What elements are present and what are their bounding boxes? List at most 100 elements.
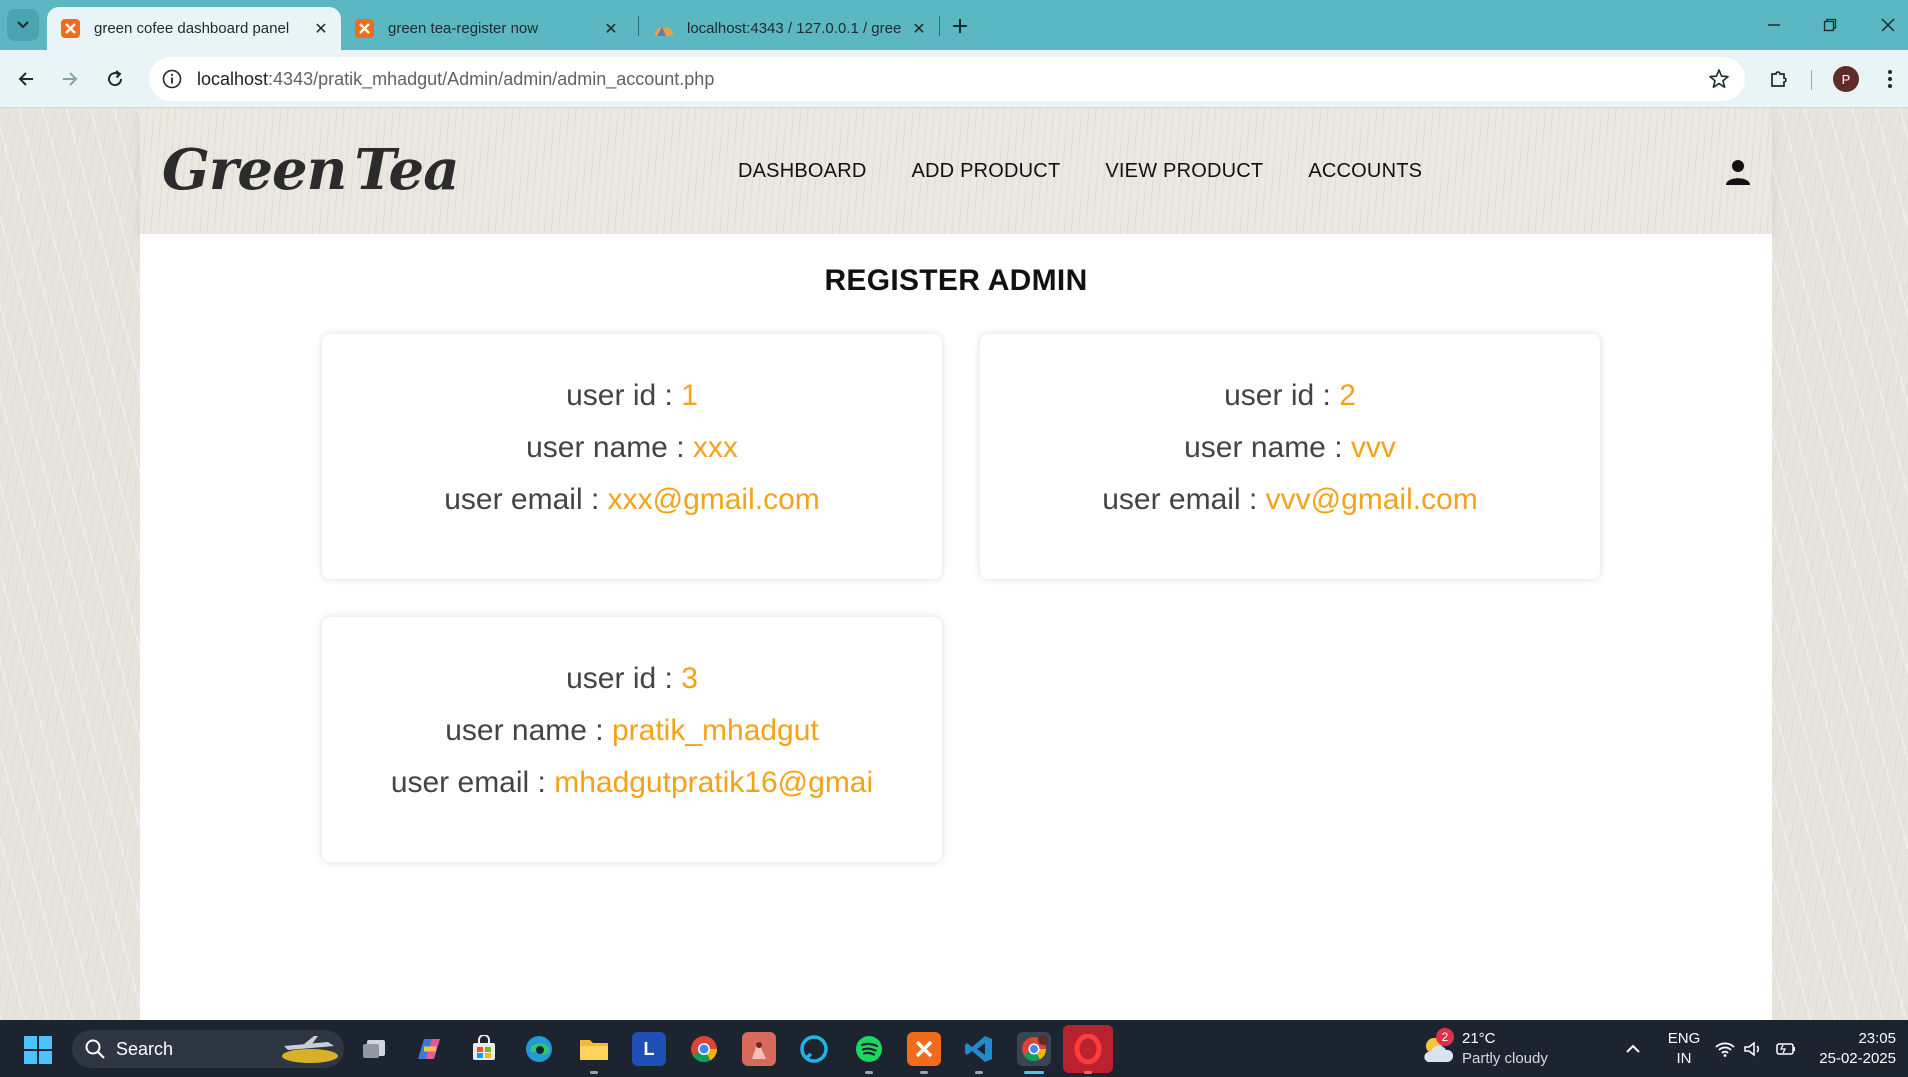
running-indicator bbox=[590, 1071, 598, 1074]
user-id-row: user id : 1 bbox=[322, 370, 942, 422]
clock-time: 23:05 bbox=[1858, 1030, 1896, 1047]
active-app-indicator bbox=[1024, 1071, 1044, 1074]
minimize-button[interactable] bbox=[1760, 12, 1788, 38]
toolbar-divider bbox=[1811, 70, 1812, 90]
forward-button[interactable] bbox=[55, 64, 85, 94]
close-icon[interactable]: ✕ bbox=[907, 17, 931, 41]
admin-account-card: user id : 2 user name : vvv user email :… bbox=[980, 334, 1600, 579]
tab-title: green cofee dashboard panel bbox=[94, 20, 290, 37]
weather-condition: Partly cloudy bbox=[1462, 1050, 1548, 1067]
tab-dashboard[interactable]: green cofee dashboard panel ✕ bbox=[47, 7, 341, 50]
plus-icon bbox=[953, 19, 967, 33]
user-id-row: user id : 3 bbox=[322, 653, 942, 705]
user-icon[interactable] bbox=[1724, 158, 1752, 186]
minimize-icon bbox=[1768, 24, 1780, 26]
user-id-row: user id : 2 bbox=[980, 370, 1600, 422]
nav-accounts[interactable]: ACCOUNTS bbox=[1308, 160, 1422, 183]
site-header: Green Tea DASHBOARD ADD PRODUCT VIEW PRO… bbox=[140, 108, 1772, 234]
nav-add-product[interactable]: ADD PRODUCT bbox=[912, 160, 1061, 183]
user-email-label: user email : bbox=[444, 483, 608, 516]
tab-title: green tea-register now bbox=[388, 20, 539, 37]
close-icon[interactable]: ✕ bbox=[309, 17, 333, 41]
file-explorer-icon[interactable] bbox=[577, 1032, 611, 1066]
close-window-button[interactable] bbox=[1874, 12, 1902, 38]
close-icon bbox=[1881, 18, 1895, 32]
battery-icon[interactable] bbox=[1768, 1032, 1802, 1066]
weather-widget[interactable]: 2 21°C Partly cloudy bbox=[1420, 1028, 1620, 1070]
xampp-icon[interactable] bbox=[907, 1032, 941, 1066]
more-vertical-icon bbox=[1888, 70, 1892, 88]
show-hidden-icons-button[interactable] bbox=[1616, 1032, 1650, 1066]
system-clock[interactable]: 23:05 25-02-2025 bbox=[1812, 1029, 1896, 1069]
site-info-icon[interactable] bbox=[161, 68, 183, 90]
restore-button[interactable] bbox=[1816, 12, 1844, 38]
green-tea-logo[interactable]: Green Tea bbox=[162, 130, 459, 210]
user-id-value: 2 bbox=[1339, 379, 1356, 412]
browser-menu-button[interactable] bbox=[1876, 65, 1904, 93]
tab-search-button[interactable] bbox=[7, 9, 39, 41]
windows-start-icon[interactable] bbox=[24, 1036, 52, 1064]
arrow-left-icon bbox=[18, 72, 33, 86]
tab-title: localhost:4343 / 127.0.0.1 / gree bbox=[687, 20, 902, 37]
user-email-row: user email : mhadgutpratik16@gmai bbox=[322, 757, 942, 809]
running-indicator bbox=[1084, 1071, 1092, 1074]
main-nav: DASHBOARD ADD PRODUCT VIEW PRODUCT ACCOU… bbox=[738, 108, 1467, 234]
close-icon[interactable]: ✕ bbox=[599, 17, 623, 41]
main-content: REGISTER ADMIN user id : 1 user name : x… bbox=[140, 234, 1772, 1020]
user-id-label: user id : bbox=[566, 379, 682, 412]
running-indicator bbox=[865, 1071, 873, 1074]
vscode-icon[interactable] bbox=[962, 1032, 996, 1066]
new-tab-button[interactable] bbox=[946, 12, 974, 40]
taskbar-search[interactable]: Search bbox=[72, 1030, 344, 1068]
puzzle-icon bbox=[1771, 71, 1787, 87]
logo-text-tea: Tea bbox=[354, 137, 459, 203]
tab-phpmyadmin[interactable]: localhost:4343 / 127.0.0.1 / gree ✕ bbox=[639, 7, 939, 50]
chrome-icon[interactable] bbox=[687, 1032, 721, 1066]
user-name-label: user name : bbox=[1184, 431, 1351, 464]
task-view-icon[interactable] bbox=[357, 1032, 391, 1066]
alexa-icon[interactable] bbox=[797, 1032, 831, 1066]
user-email-label: user email : bbox=[1102, 483, 1266, 516]
edge-icon[interactable] bbox=[522, 1032, 556, 1066]
weather-alert-badge: 2 bbox=[1436, 1028, 1454, 1046]
region-code: IN bbox=[1676, 1050, 1692, 1067]
user-name-label: user name : bbox=[526, 431, 693, 464]
user-email-value: xxx@gmail.com bbox=[607, 483, 820, 516]
profile-avatar[interactable]: P bbox=[1833, 66, 1859, 92]
url-text: localhost:4343/pratik_mhadgut/Admin/admi… bbox=[197, 69, 714, 90]
nav-view-product[interactable]: VIEW PRODUCT bbox=[1105, 160, 1263, 183]
extensions-button[interactable] bbox=[1765, 65, 1793, 93]
input-language[interactable]: ENG IN bbox=[1664, 1029, 1704, 1069]
user-email-label: user email : bbox=[390, 766, 555, 799]
restore-icon bbox=[1823, 18, 1837, 32]
microsoft-store-icon[interactable] bbox=[467, 1032, 501, 1066]
tab-separator bbox=[939, 16, 940, 36]
phpmyadmin-icon bbox=[654, 26, 674, 36]
user-email-value: vvv@gmail.com bbox=[1265, 483, 1478, 516]
temperature: 21°C bbox=[1462, 1030, 1496, 1047]
xampp-icon bbox=[61, 19, 80, 38]
running-indicator bbox=[920, 1071, 928, 1074]
tab-register[interactable]: green tea-register now ✕ bbox=[341, 7, 631, 50]
browser-toolbar: localhost:4343/pratik_mhadgut/Admin/admi… bbox=[0, 50, 1908, 108]
nav-dashboard[interactable]: DASHBOARD bbox=[738, 160, 867, 183]
user-email-value: mhadgutpratik16@gmai bbox=[554, 766, 874, 799]
address-bar[interactable]: localhost:4343/pratik_mhadgut/Admin/admi… bbox=[149, 57, 1745, 101]
volume-icon[interactable] bbox=[1736, 1032, 1770, 1066]
page-title: REGISTER ADMIN bbox=[824, 264, 1088, 297]
url-path: :4343/pratik_mhadgut/Admin/admin/admin_a… bbox=[268, 68, 715, 89]
chrome-profile-icon[interactable] bbox=[1017, 1032, 1051, 1066]
photo-app-icon[interactable] bbox=[742, 1032, 776, 1066]
reload-button[interactable] bbox=[100, 64, 130, 94]
user-name-label: user name : bbox=[445, 714, 612, 747]
bookmark-star-icon[interactable] bbox=[1707, 67, 1731, 91]
copilot-icon[interactable] bbox=[412, 1032, 446, 1066]
spotify-icon[interactable] bbox=[852, 1032, 886, 1066]
back-button[interactable] bbox=[11, 64, 41, 94]
search-highlight-image bbox=[282, 1036, 338, 1063]
user-id-label: user id : bbox=[1224, 379, 1340, 412]
search-label: Search bbox=[116, 1038, 174, 1059]
user-id-label: user id : bbox=[566, 662, 682, 695]
opera-icon[interactable] bbox=[1063, 1025, 1113, 1073]
l-app-icon[interactable]: L bbox=[632, 1032, 666, 1066]
